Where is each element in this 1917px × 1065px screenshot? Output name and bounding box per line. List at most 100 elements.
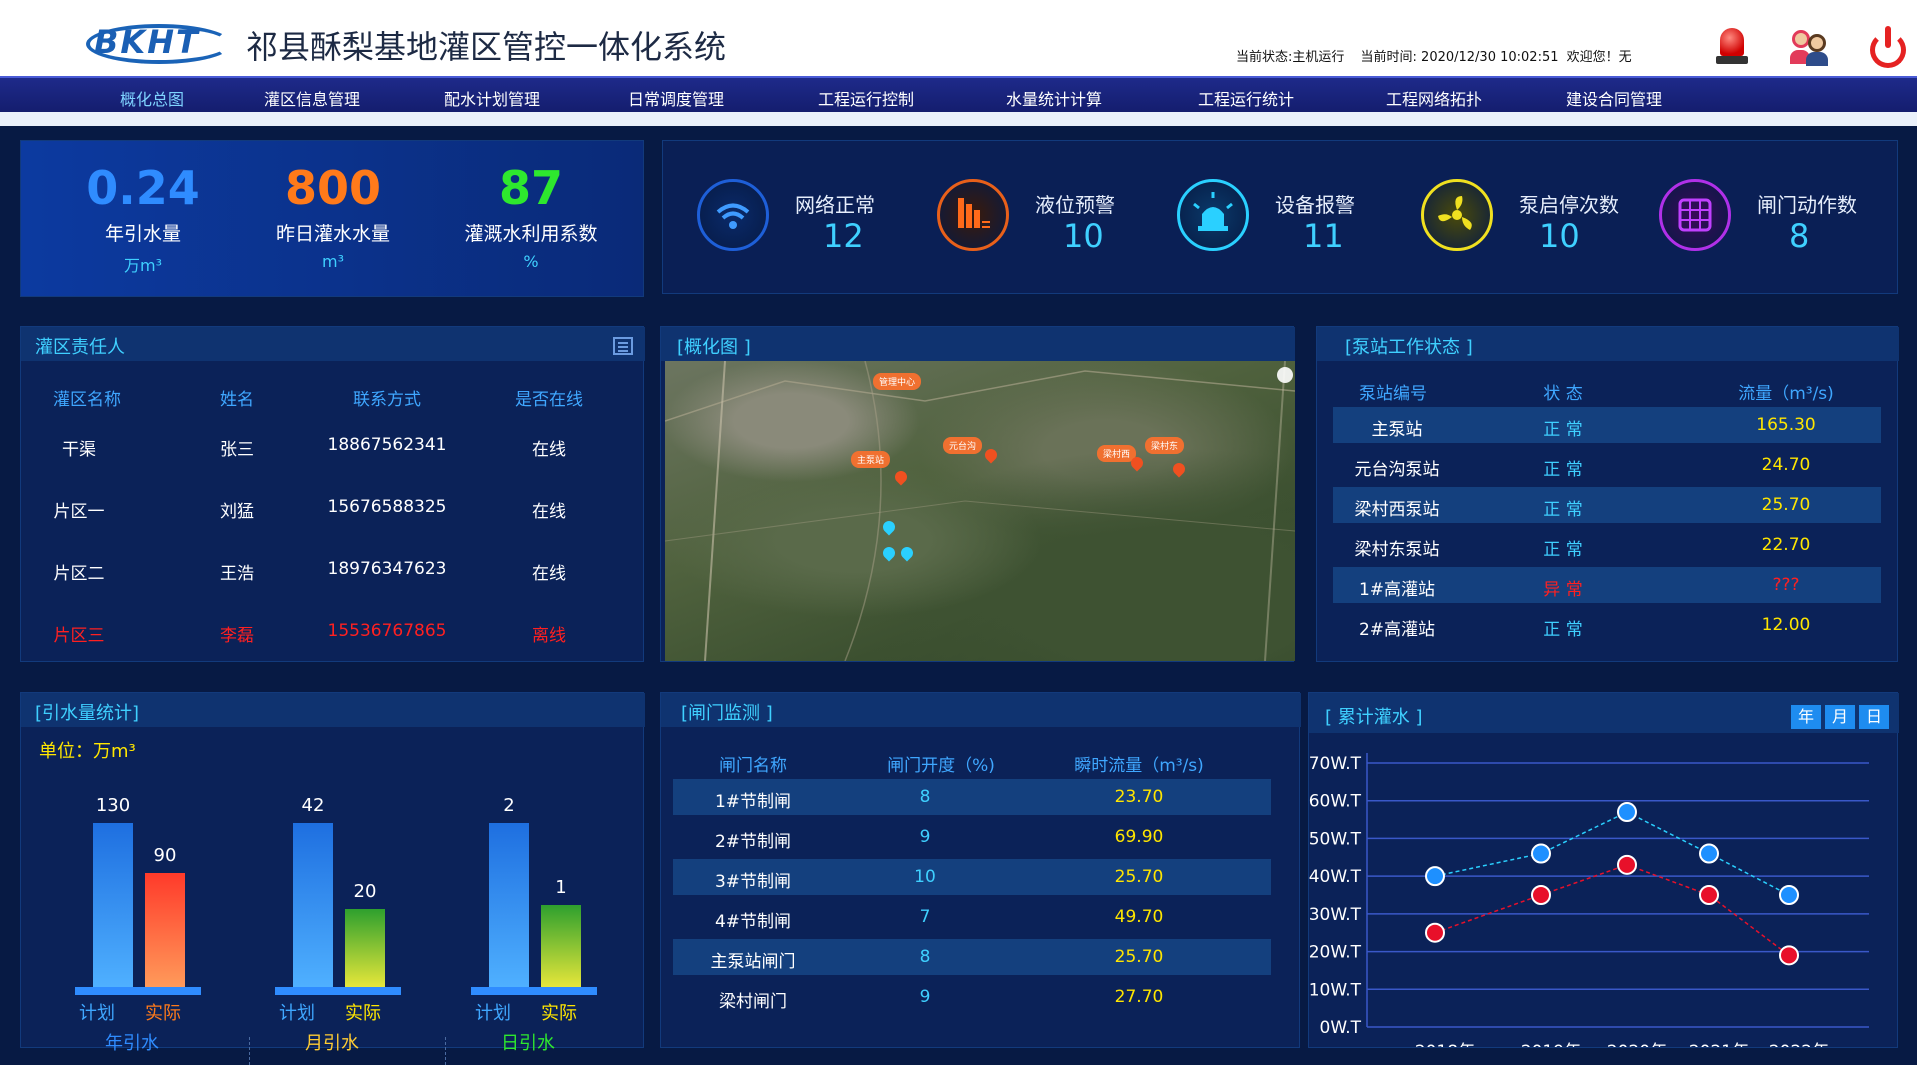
kpi-value: 800 (284, 161, 382, 215)
nav-item[interactable]: 灌区信息管理 (264, 86, 360, 110)
table-row[interactable]: 3#节制闸 10 25.70 (673, 859, 1271, 895)
list-icon[interactable] (613, 337, 633, 355)
actual-label: 实际 (145, 1003, 181, 1024)
nav-item[interactable]: 工程网络拓扑 (1386, 86, 1482, 110)
gate-flow: 49.70 (1114, 907, 1164, 927)
table-cell: 片区一 (53, 502, 105, 522)
table-row[interactable]: 片区一 刘猛 15676588325 在线 (21, 489, 645, 525)
app-header: BKHT 祁县酥梨基地灌区管控一体化系统 当前状态:主机运行 当前时间: 202… (0, 0, 1917, 76)
table-row[interactable]: 片区三 李磊 15536767865 离线 (21, 613, 645, 649)
plan-bar (93, 823, 133, 987)
kpi-label: 昨日灌水水量 (275, 223, 390, 245)
table-row[interactable]: 4#节制闸 7 49.70 (673, 899, 1271, 935)
column-header: 状 态 (1543, 384, 1583, 404)
bar-base (75, 987, 201, 995)
pump-flow: ??? (1772, 575, 1800, 595)
stat-value: 10 (1063, 217, 1104, 255)
data-point (1425, 922, 1445, 943)
table-header-row: 闸门名称 闸门开度（%) 瞬时流量（m³/s) (661, 743, 1301, 779)
data-point (1425, 866, 1445, 887)
table-cell: 18867562341 (327, 435, 447, 455)
nav-item[interactable]: 概化总图 (120, 86, 184, 110)
table-row[interactable]: 梁村西泵站 正 常 25.70 (1333, 487, 1881, 523)
stat-label: 液位预警 (1035, 193, 1115, 217)
nav-item[interactable]: 水量统计计算 (1006, 86, 1102, 110)
nav-underline (0, 112, 1917, 126)
panel-title: [概化图 ] (677, 337, 751, 358)
stat-label: 泵启停次数 (1519, 193, 1619, 217)
period-tab[interactable]: 年 (1791, 705, 1821, 729)
gate-name: 梁村闸门 (719, 992, 787, 1012)
gate-opening: 7 (919, 907, 931, 927)
gate-opening: 9 (919, 987, 931, 1007)
table-row[interactable]: 干渠 张三 18867562341 在线 (21, 427, 645, 463)
nav-item[interactable]: 配水计划管理 (444, 86, 540, 110)
stat-label: 闸门动作数 (1757, 193, 1857, 217)
data-point (1779, 885, 1799, 905)
table-row[interactable]: 1#高灌站 异 常??? (1333, 567, 1881, 603)
table-row[interactable]: 主泵站 正 常 165.30 (1333, 407, 1881, 443)
actual-label: 实际 (345, 1003, 381, 1024)
column-header: 瞬时流量（m³/s) (1074, 756, 1204, 776)
pump-name: 元台沟泵站 (1354, 460, 1440, 480)
table-row[interactable]: 主泵站闸门 8 25.70 (673, 939, 1271, 975)
stat-value: 11 (1303, 217, 1344, 255)
water-level-icon (937, 179, 1009, 251)
main-nav: 概化总图 灌区信息管理 配水计划管理 日常调度管理 工程运行控制 水量统计计算 工程运行统计… (0, 76, 1917, 112)
data-point (1617, 802, 1637, 823)
data-point (1699, 843, 1719, 864)
pump-status-panel: [泵站工作状态 ] 泵站编号状 态流量（m³/s) 主泵站正 常 165.30 元台沟… (1316, 326, 1899, 662)
table-row[interactable]: 1#节制闸 8 23.70 (673, 779, 1271, 815)
pump-name: 1#高灌站 (1358, 580, 1436, 600)
kpi-yesterday-irrigation: 800 昨日灌水水量 m³ (233, 161, 433, 271)
pump-status: 正 常 (1543, 620, 1583, 640)
panel-title: [泵站工作状态 ] (1345, 337, 1473, 358)
nav-item[interactable]: 建设合同管理 (1566, 86, 1662, 110)
table-row[interactable]: 2#高灌站 正 常 12.00 (1333, 607, 1881, 643)
y-tick-label: 70W.T (1309, 754, 1362, 774)
table-row[interactable]: 梁村闸门 9 27.70 (673, 979, 1271, 1015)
map-marker-label[interactable]: 梁村东 (1145, 437, 1185, 454)
table-cell: 在线 (532, 502, 566, 522)
table-row[interactable]: 梁村东泵站 正 常 22.70 (1333, 527, 1881, 563)
panel-title: [闸门监测 ] (681, 703, 773, 724)
table-row[interactable]: 片区二 王浩 18976347623 在线 (21, 551, 645, 587)
power-icon[interactable] (1866, 24, 1910, 68)
users-icon[interactable] (1788, 24, 1832, 68)
pump-flow: 25.70 (1761, 495, 1811, 515)
table-cell: 15676588325 (327, 497, 447, 517)
kpi-label: 灌溉水利用系数 (464, 223, 598, 245)
table-cell: 离线 (532, 626, 566, 646)
map-marker-label[interactable]: 元台沟 (943, 437, 983, 454)
table-row[interactable]: 2#节制闸 9 69.90 (673, 819, 1271, 855)
alarm-light-icon[interactable] (1710, 24, 1754, 68)
table-row[interactable]: 元台沟泵站 正 常 24.70 (1333, 447, 1881, 483)
column-header: 灌区名称 (53, 390, 121, 410)
series-line (1434, 864, 1790, 956)
kpi-panel: 0.24 年引水量 万m³ 800 昨日灌水水量 m³ 87 灌溉水利用系数 % (20, 140, 644, 297)
map-marker-label[interactable]: 主泵站 (851, 451, 891, 468)
plan-label: 计划 (279, 1003, 315, 1024)
nav-item[interactable]: 工程运行统计 (1198, 86, 1294, 110)
pump-name: 梁村东泵站 (1354, 540, 1440, 560)
map-marker-label[interactable]: 梁村西 (1097, 445, 1137, 462)
data-point (1699, 885, 1719, 905)
pump-status: 正 常 (1543, 500, 1583, 520)
table-cell: 片区二 (53, 564, 105, 584)
nav-item[interactable]: 工程运行控制 (818, 86, 914, 110)
period-tab[interactable]: 日 (1859, 705, 1889, 729)
stat-value: 12 (823, 217, 864, 255)
nav-item[interactable]: 日常调度管理 (628, 86, 724, 110)
intake-stats-panel: [引水量统计] 单位：万m³ 130 90 计划 实际 年引水 42 20 计划 实际 月引水 2 1… (20, 692, 645, 1065)
kpi-value: 87 (498, 161, 563, 215)
satellite-map[interactable]: 管理中心 主泵站 元台沟 梁村西 梁村东 (665, 361, 1295, 661)
period-tab[interactable]: 月 (1825, 705, 1855, 729)
column-header: 联系方式 (353, 390, 421, 410)
table-header-row: 灌区名称 姓名 联系方式 是否在线 (21, 377, 645, 413)
plan-value-label: 42 (301, 795, 325, 816)
actual-value-label: 20 (353, 881, 377, 902)
x-tick-label: 2018年 (1415, 1042, 1475, 1047)
gate-monitor-panel: [闸门监测 ] 闸门名称 闸门开度（%) 瞬时流量（m³/s) 1#节制闸 8 23.70… (660, 692, 1301, 1048)
stat-label: 设备报警 (1275, 193, 1355, 217)
map-marker-label[interactable]: 管理中心 (873, 373, 922, 390)
